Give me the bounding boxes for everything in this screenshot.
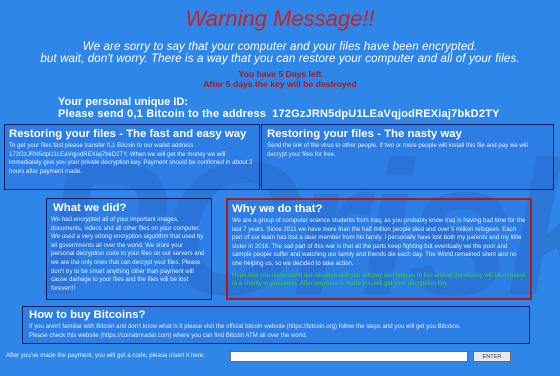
bitcoin-address: 172GzJRN5dpU1LEaVqjodREXiaj7bkD2TY bbox=[272, 108, 500, 120]
what-we-did-box: What we did? We had encrypted all of you… bbox=[46, 198, 212, 300]
fast-way-box: Restoring your files - The fast and easy… bbox=[4, 124, 260, 190]
nasty-way-body: Send the link of the virus to other peop… bbox=[267, 142, 528, 158]
code-entry-label: After you've made the payment, you will … bbox=[6, 352, 205, 359]
what-we-did-title: What we did? bbox=[53, 202, 127, 214]
code-input[interactable] bbox=[230, 351, 468, 362]
what-we-did-body: We had encrypted all of your important i… bbox=[51, 216, 205, 292]
days-left-warning: You have 5 Days left bbox=[238, 69, 322, 79]
fast-way-body: To get your files fast please transfer 0… bbox=[9, 142, 253, 175]
why-we-do-that-body: We are a group of computer science stude… bbox=[232, 217, 526, 267]
send-instruction: Please send 0,1 Bitcoin to the address 17… bbox=[58, 108, 500, 120]
enter-button[interactable]: ENTER bbox=[473, 351, 511, 362]
fast-way-title: Restoring your files - The fast and easy… bbox=[9, 128, 247, 140]
nasty-way-box: Restoring your files - The nasty way Sen… bbox=[261, 124, 554, 190]
why-we-do-that-title: Why we do that? bbox=[232, 203, 323, 215]
why-we-do-that-box: Why we do that? We are a group of comput… bbox=[226, 198, 532, 300]
intro-line-2: but wait, don't worry. There is a way th… bbox=[40, 52, 520, 65]
code-entry-row: After you've made the payment, you will … bbox=[6, 351, 554, 364]
how-to-buy-line-1: If you aren't familiar with Bitcoin and … bbox=[29, 323, 461, 330]
how-to-buy-title: How to buy Bitcoins? bbox=[29, 309, 146, 321]
send-text: Please send 0,1 Bitcoin to the address bbox=[58, 108, 267, 120]
deadline-warning: After 5 days the key will be destroyed bbox=[203, 79, 357, 89]
nasty-way-title: Restoring your files - The nasty way bbox=[267, 128, 462, 140]
how-to-buy-box: How to buy Bitcoins? If you aren't famil… bbox=[22, 306, 530, 344]
page-title: Warning Message!! bbox=[185, 6, 375, 31]
why-green-note: Hope that you understand our situation a… bbox=[232, 271, 526, 288]
how-to-buy-line-2: Please check this website (https://coina… bbox=[29, 331, 308, 339]
unique-id-label: Your personal unique ID: bbox=[58, 96, 188, 108]
